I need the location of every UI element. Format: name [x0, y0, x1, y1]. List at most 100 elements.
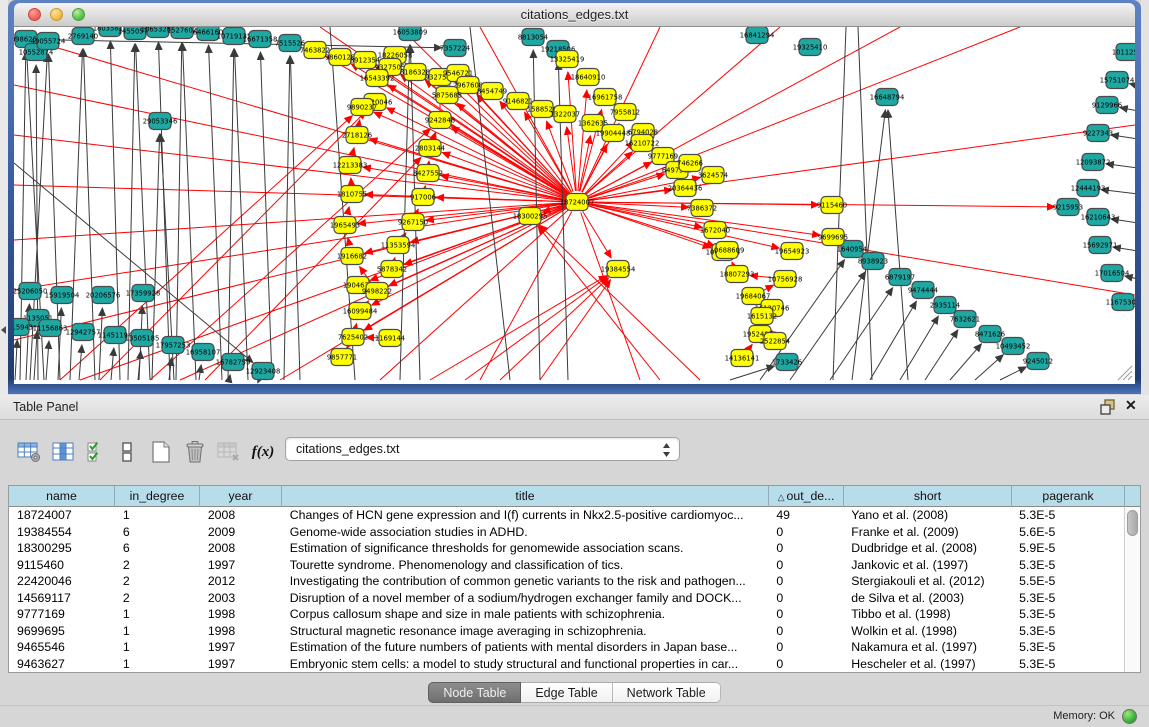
table-row[interactable]: 1456911722003Disruption of a novel membe… — [9, 590, 1124, 607]
scrollbar-thumb[interactable] — [1127, 510, 1138, 536]
table-row[interactable]: 2242004622012Investigating the contribut… — [9, 573, 1124, 590]
table-options-button[interactable] — [14, 437, 44, 467]
graph-node[interactable]: 7357224 — [440, 40, 470, 57]
column-header-name[interactable]: name — [9, 486, 115, 507]
graph-node[interactable]: 5878342 — [377, 261, 407, 278]
graph-node[interactable]: 9245012 — [1023, 353, 1053, 370]
graph-edge[interactable] — [290, 56, 300, 380]
graph-edge[interactable] — [568, 72, 576, 191]
graph-node[interactable]: 2803144 — [415, 140, 445, 157]
graph-edge[interactable] — [975, 355, 1003, 380]
graph-edge[interactable] — [539, 225, 700, 380]
graph-edge[interactable] — [347, 207, 349, 215]
graph-edge[interactable] — [925, 330, 958, 380]
select-rows-button[interactable] — [82, 437, 112, 467]
graph-edge[interactable] — [359, 120, 360, 124]
graph-edge[interactable] — [34, 331, 37, 380]
tab-network-table[interactable]: Network Table — [613, 682, 721, 703]
graph-node[interactable]: 18807293 — [720, 266, 755, 283]
delete-button[interactable] — [180, 437, 210, 467]
graph-node[interactable]: 12923408 — [246, 363, 281, 380]
memory-status-indicator[interactable] — [1122, 709, 1137, 724]
graph-node[interactable]: 9498222 — [362, 283, 392, 300]
graph-node[interactable]: 15751074 — [1100, 72, 1135, 89]
graph-node[interactable]: 9129966 — [1092, 97, 1122, 114]
graph-node[interactable]: 8938923 — [858, 253, 888, 270]
graph-node[interactable]: 19325410 — [793, 39, 828, 56]
table-row[interactable]: 1830029562008Estimation of significance … — [9, 540, 1124, 557]
graph-node[interactable]: 9227343 — [1083, 125, 1113, 142]
close-panel-icon[interactable]: ✕ — [1125, 397, 1137, 414]
panel-collapse-arrow-icon[interactable] — [1, 326, 6, 334]
graph-edge[interactable] — [158, 42, 170, 380]
column-header-out_de[interactable]: △out_de... — [769, 486, 844, 507]
resize-grip-icon[interactable] — [1118, 366, 1132, 380]
graph-node[interactable]: 29053346 — [143, 113, 178, 130]
graph-node[interactable]: 9474444 — [908, 282, 938, 299]
row-height-button[interactable] — [112, 437, 142, 467]
vertical-scrollbar[interactable] — [1124, 507, 1140, 672]
float-panel-icon[interactable] — [1100, 399, 1117, 416]
graph-node[interactable]: 14136141 — [725, 350, 760, 367]
graph-node[interactable]: 5875685 — [432, 87, 462, 104]
graph-node[interactable]: 8471626 — [975, 326, 1005, 343]
graph-node[interactable]: 9242848 — [425, 112, 455, 129]
graph-edge[interactable] — [15, 340, 17, 380]
network-window-titlebar[interactable]: citations_edges.txt — [14, 3, 1135, 27]
column-header-year[interactable]: year — [200, 486, 282, 507]
graph-edge[interactable] — [588, 204, 780, 248]
graph-node[interactable]: 1322037 — [550, 106, 580, 123]
graph-node[interactable]: 8813054 — [518, 29, 548, 46]
graph-node[interactable]: 11353594 — [381, 237, 416, 254]
graph-node[interactable]: 15919504 — [45, 287, 80, 304]
graph-node[interactable]: 12444193 — [1071, 180, 1106, 197]
graph-edge[interactable] — [330, 27, 355, 380]
graph-node[interactable]: 6879197 — [885, 269, 915, 286]
table-row[interactable]: 977716911998Corpus callosum shape and si… — [9, 606, 1124, 623]
graph-edge[interactable] — [14, 205, 566, 340]
graph-node[interactable]: 2718126 — [342, 127, 372, 144]
tab-node-table[interactable]: Node Table — [428, 682, 521, 703]
graph-node[interactable]: 16961758 — [588, 89, 623, 106]
graph-node[interactable]: 19654923 — [775, 243, 810, 260]
graph-node[interactable]: 917006 — [410, 189, 436, 206]
graph-node[interactable]: 2522854 — [760, 333, 790, 350]
graph-node[interactable]: 12213383 — [333, 157, 368, 174]
graph-node[interactable]: 20364436 — [668, 180, 703, 197]
graph-node[interactable]: 7955812 — [610, 104, 640, 121]
graph-node[interactable]: 16648794 — [870, 89, 905, 106]
graph-edge[interactable] — [749, 344, 753, 349]
network-canvas[interactable]: 8986261105528744905572427691401803581114… — [14, 27, 1135, 384]
graph-node[interactable]: 16210643 — [1081, 209, 1116, 226]
graph-node[interactable]: 7386372 — [687, 200, 717, 217]
graph-node[interactable]: 18640910 — [571, 69, 606, 86]
graph-edge[interactable] — [235, 49, 248, 380]
graph-node[interactable]: 20206576 — [86, 287, 121, 304]
show-columns-button[interactable] — [48, 437, 78, 467]
graph-node[interactable]: 17016504 — [1095, 265, 1130, 282]
table-row[interactable]: 946362711997Embryonic stem cells: a mode… — [9, 656, 1124, 673]
graph-node[interactable]: 16053809 — [393, 27, 428, 41]
graph-edge[interactable] — [763, 285, 774, 291]
graph-edge[interactable] — [465, 277, 607, 380]
graph-edge[interactable] — [14, 204, 566, 290]
tab-edge-table[interactable]: Edge Table — [521, 682, 612, 703]
graph-edge[interactable] — [583, 211, 611, 258]
graph-node[interactable]: 16841294 — [740, 27, 775, 44]
graph-edge[interactable] — [14, 203, 566, 240]
graph-edge[interactable] — [348, 238, 350, 246]
graph-edge[interactable] — [1000, 367, 1026, 380]
column-header-short[interactable]: short — [844, 486, 1012, 507]
column-header-title[interactable]: title — [282, 486, 769, 507]
graph-edge[interactable] — [280, 208, 568, 380]
graph-node[interactable]: 1672040 — [700, 222, 730, 239]
graph-edge[interactable] — [46, 341, 49, 380]
table-row[interactable]: 911546021997Tourette syndrome. Phenomeno… — [9, 557, 1124, 574]
delete-table-button[interactable] — [214, 437, 244, 467]
graph-node[interactable]: 1615132 — [747, 308, 777, 325]
graph-node[interactable]: 1011254 — [1112, 44, 1135, 61]
graph-edge[interactable] — [356, 324, 357, 327]
column-header-in_degree[interactable]: in_degree — [115, 486, 200, 507]
graph-edge[interactable] — [258, 380, 259, 383]
graph-node[interactable]: 7632621 — [950, 311, 980, 328]
